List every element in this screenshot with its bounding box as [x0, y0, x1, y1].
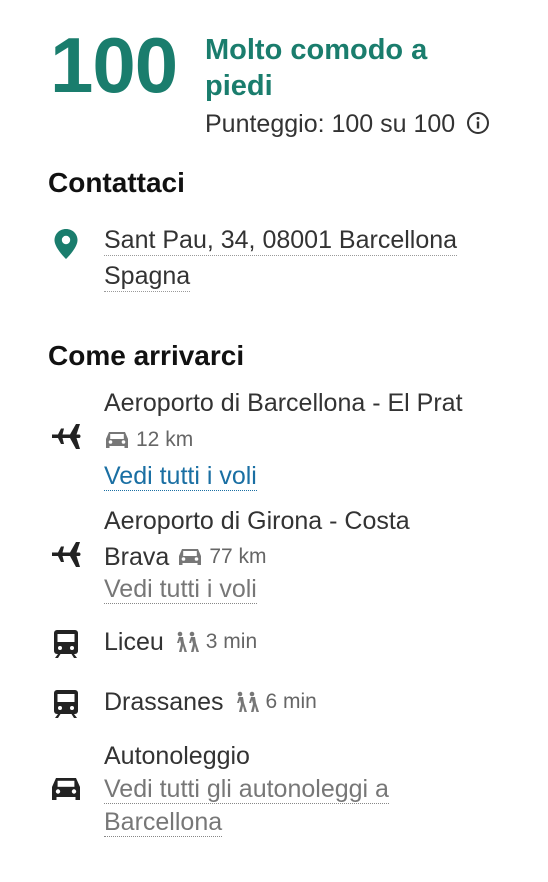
metro-drassanes-minutes: 6 min: [265, 690, 317, 713]
airport-girona-km: 77 km: [209, 545, 267, 568]
see-all-car-rentals-link-line1[interactable]: Vedi tutti gli autonoleggi a: [104, 775, 389, 804]
metro-liceu: Liceu 3 min: [104, 624, 257, 660]
metro-liceu-walk: 3 min: [174, 624, 257, 660]
metro-drassanes-walk: 6 min: [234, 684, 317, 720]
airport-girona-name-line2: Brava: [104, 543, 170, 571]
walk-score-subtitle-text: Punteggio: 100 su 100: [205, 110, 456, 138]
walk-score-value: 100: [50, 21, 178, 109]
info-icon[interactable]: [466, 111, 490, 135]
walking-icon: [234, 691, 260, 713]
car-icon: [50, 776, 82, 807]
airport-girona-distance: 77 km: [177, 539, 267, 575]
metro-liceu-name: Liceu: [104, 628, 164, 656]
walk-score-subtitle: Punteggio: 100 su 100: [205, 108, 490, 140]
see-all-car-rentals-link-line2[interactable]: Barcellona: [104, 808, 223, 837]
walk-score-block: 100 Molto comodo a piedi Punteggio: 100 …: [50, 26, 530, 146]
address-line1: Sant Pau, 34, 08001 Barcellona: [104, 226, 458, 256]
airport-el-prat-distance: 12 km: [104, 422, 193, 458]
contact-heading: Contattaci: [48, 167, 185, 198]
airport-el-prat-name: Aeroporto di Barcellona - El Prat: [104, 389, 463, 417]
airport-el-prat-km: 12 km: [136, 428, 194, 451]
walk-score-title: Molto comodo a piedi: [205, 34, 428, 102]
car-rental-name: Autonoleggio: [104, 742, 250, 770]
see-all-flights-link-el-prat[interactable]: Vedi tutti i voli: [104, 462, 257, 491]
train-icon: [52, 689, 80, 724]
metro-drassanes-name: Drassanes: [104, 688, 224, 716]
plane-icon: [50, 541, 82, 576]
car-icon: [104, 430, 130, 450]
address-line2: Spagna: [104, 262, 191, 292]
see-all-flights-link-girona[interactable]: Vedi tutti i voli: [104, 575, 257, 604]
car-rental: Autonoleggio Vedi tutti gli autonoleggi …: [104, 740, 389, 839]
airport-girona-name-line1: Aeroporto di Girona - Costa: [104, 507, 410, 535]
train-icon: [52, 629, 80, 664]
plane-icon: [50, 423, 82, 458]
walking-icon: [174, 631, 200, 653]
airport-el-prat: Aeroporto di Barcellona - El Prat 12 km …: [104, 385, 463, 494]
location-pin-icon: [53, 228, 79, 260]
metro-drassanes: Drassanes 6 min: [104, 684, 317, 720]
airport-girona: Aeroporto di Girona - Costa Brava 77 km …: [104, 503, 410, 607]
car-icon: [177, 547, 203, 567]
directions-heading: Come arrivarci: [48, 340, 245, 371]
address[interactable]: Sant Pau, 34, 08001 Barcellona Spagna: [104, 222, 524, 294]
metro-liceu-minutes: 3 min: [205, 630, 258, 653]
